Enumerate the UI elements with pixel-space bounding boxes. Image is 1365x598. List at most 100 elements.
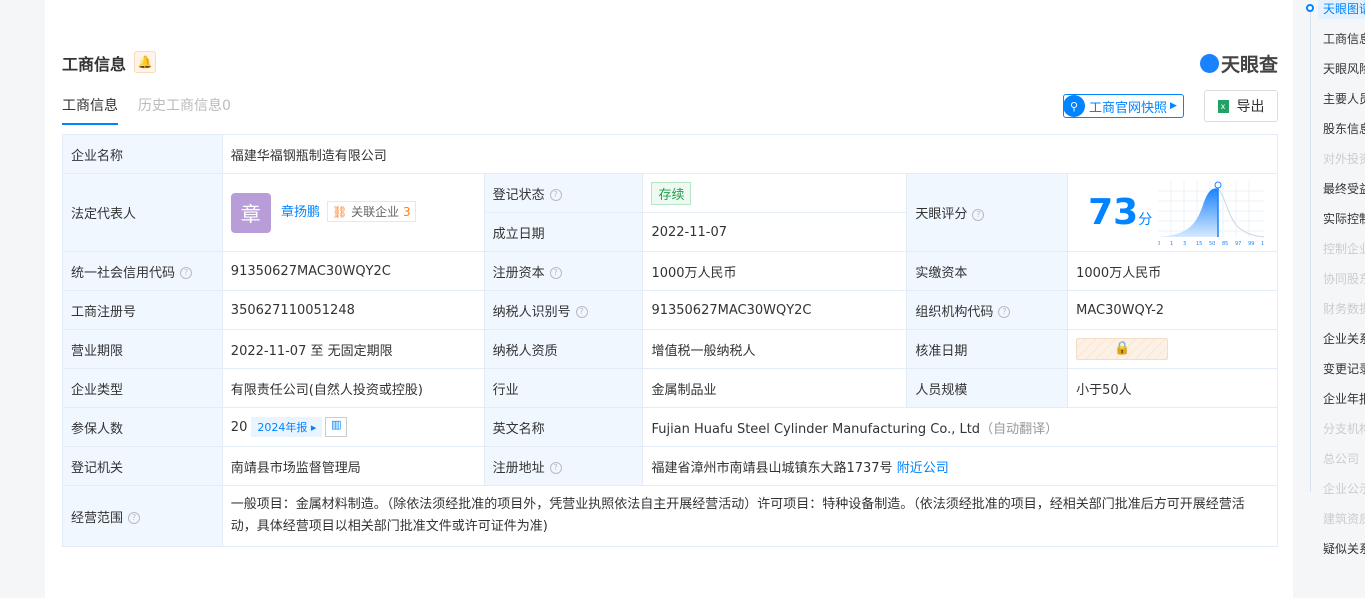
logo-icon (1199, 54, 1219, 73)
sidebar-item[interactable]: 协同股东 (1318, 269, 1365, 289)
sidebar-item[interactable]: 股东信息 (1318, 119, 1365, 139)
status-badge: 存续 (651, 181, 692, 205)
score-marker-dot (1214, 181, 1222, 189)
sidebar-item[interactable]: 天眼风险 (1318, 59, 1365, 79)
authority: 南靖县市场监督管理局 (221, 446, 485, 486)
status-cell: 存续 (642, 173, 908, 213)
sidebar-item[interactable]: 对外投资 (1318, 149, 1365, 169)
reg-capital: 1000万人民币 (642, 251, 908, 291)
snapshot-button[interactable]: ⚲ 工商官网快照 ▶ (1063, 94, 1184, 118)
label: 企业名称 (62, 134, 223, 174)
taxpayer-type: 增值税一般纳税人 (642, 329, 908, 369)
year-label: 2024年报 (257, 420, 308, 434)
score-cell[interactable]: 73分 0 1 3 15 50 85 97 99 100 (1067, 173, 1278, 252)
help-icon[interactable]: ? (972, 208, 985, 221)
curve-line (1217, 188, 1265, 238)
sidebar-item[interactable]: 财务数据 (1318, 299, 1365, 319)
sidebar-item[interactable]: 实际控制人 (1318, 209, 1365, 229)
insured-count: 20 (230, 419, 248, 435)
english-name-cell: Fujian Huafu Steel Cylinder Manufacturin… (642, 407, 1278, 447)
taxpayer-id: 91350627MAC30WQY2C (642, 290, 908, 330)
table-row: 企业类型 有限责任公司(自然人投资或控股) 行业 金属制品业 人员规模 小于50… (62, 368, 1278, 408)
sidebar-item[interactable]: 企业关系 (1318, 329, 1365, 349)
sidebar-item[interactable]: 最终受益人 (1318, 179, 1365, 199)
english-name: Fujian Huafu Steel Cylinder Manufacturin… (651, 421, 981, 437)
term: 2022-11-07 至 无固定期限 (221, 329, 485, 369)
excel-icon: x (1217, 99, 1229, 113)
label: 成立日期 (483, 212, 644, 252)
help-icon[interactable]: ? (180, 267, 193, 279)
help-icon[interactable]: ? (549, 267, 562, 279)
sidebar-item[interactable]: 主要人员 (1318, 89, 1365, 109)
help-icon[interactable]: ? (575, 306, 588, 318)
label-cell: 统一社会信用代码? (62, 251, 223, 291)
help-icon[interactable]: ? (549, 189, 562, 201)
org-code: MAC30WQY-2 (1067, 290, 1278, 330)
sidebar-item[interactable]: 企业年报 (1318, 389, 1365, 409)
company-name: 福建华福钢瓶制造有限公司 (221, 134, 1279, 174)
paid-capital: 1000万人民币 (1067, 251, 1278, 291)
brand-text: 天眼查 (1220, 54, 1278, 76)
label: 注册地址 (492, 460, 545, 476)
reg-no: 350627110051248 (221, 290, 485, 330)
curve-fill (1158, 188, 1219, 237)
found-date: 2022-11-07 (642, 212, 908, 252)
nav-line (1310, 12, 1311, 492)
sidebar-item[interactable]: 控制企业 (1318, 239, 1365, 259)
tab-business-info[interactable]: 工商信息 (62, 95, 118, 125)
sidebar-item[interactable]: 建筑资质 (1318, 509, 1365, 529)
related-count: 3 (403, 205, 411, 219)
annual-report-year-button[interactable]: 2024年报 ▸ (251, 416, 323, 437)
tick-label: 97 (1235, 241, 1241, 247)
score-value: 73分 (1088, 192, 1152, 233)
sidebar-item[interactable]: 分支机构 (1318, 419, 1365, 439)
label: 人员规模 (906, 368, 1069, 408)
tick-label: 100 (1261, 241, 1264, 247)
network-icon: ⛓ (332, 205, 348, 219)
table-row: 企业名称 福建华福钢瓶制造有限公司 (62, 134, 1279, 174)
table-row: 法定代表人 章 章扬鹏 ⛓ 关联企业 3 登记状态? 存续 天眼评分? 73分 … (62, 173, 1278, 252)
label: 登记状态 (492, 187, 545, 203)
sidebar-item[interactable]: 企业公示 (1318, 479, 1365, 499)
sidebar-item[interactable]: 变更记录 (1318, 359, 1365, 379)
tick-label: 1 (1170, 241, 1173, 247)
export-button[interactable]: x 导出 (1204, 90, 1278, 122)
tick-label: 15 (1196, 241, 1202, 247)
staff-size: 小于50人 (1067, 368, 1278, 408)
related-companies-button[interactable]: ⛓ 关联企业 3 (327, 201, 416, 222)
nearby-companies-link[interactable]: 附近公司 (897, 461, 949, 476)
bell-icon[interactable]: 🔔 (134, 51, 156, 73)
help-icon[interactable]: ? (998, 306, 1011, 318)
snapshot-label: 工商官网快照 (1089, 100, 1168, 116)
score-unit: 分 (1138, 212, 1153, 228)
tab-history[interactable]: 历史工商信息0 (138, 95, 231, 125)
label: 实缴资本 (906, 251, 1069, 291)
sidebar-item[interactable]: 工商信息 (1318, 29, 1365, 49)
business-scope: 一般项目：金属材料制造。（除依法须经批准的项目外，凭营业执照依法自主开展经营活动… (221, 485, 1279, 547)
label: 参保人数 (62, 407, 223, 447)
insured-cell: 20 2024年报 ▸ ▥ (221, 407, 485, 447)
label: 英文名称 (483, 407, 644, 447)
sidebar-item[interactable]: 天眼图谱 (1318, 0, 1365, 19)
tick-label: 50 (1209, 241, 1215, 247)
sidebar-item[interactable]: 疑似关系 (1318, 539, 1365, 559)
help-icon[interactable]: ? (549, 462, 562, 474)
tick-label: 0 (1158, 241, 1160, 247)
table-row: 营业期限 2022-11-07 至 无固定期限 纳税人资质 增值税一般纳税人 核… (62, 329, 1278, 369)
bar-chart-icon[interactable]: ▥ (325, 417, 348, 438)
lock-icon[interactable]: 🔒 (1076, 338, 1169, 360)
label: 组织机构代码 (915, 304, 994, 320)
tick-label: 3 (1183, 241, 1186, 247)
help-icon[interactable]: ? (128, 512, 141, 524)
label-cell: 注册资本? (483, 251, 644, 291)
label: 统一社会信用代码 (71, 265, 176, 281)
auto-translate-note: （自动翻译） (980, 421, 1059, 437)
label-cell: 经营范围? (62, 485, 223, 547)
business-info-card: 工商信息 🔔 天眼查 工商信息 历史工商信息0 ⚲ 工商官网快照 ▶ x 导出 企业名… (45, 0, 1293, 598)
legal-rep-link[interactable]: 章扬鹏 (281, 205, 320, 220)
company-type: 有限责任公司(自然人投资或控股) (221, 368, 485, 408)
sidebar-item[interactable]: 总公司 (1318, 449, 1365, 469)
score-distribution-chart: 0 1 3 15 50 85 97 99 100 (1158, 181, 1265, 247)
label: 纳税人资质 (483, 329, 644, 369)
section-title: 工商信息 (62, 55, 127, 74)
